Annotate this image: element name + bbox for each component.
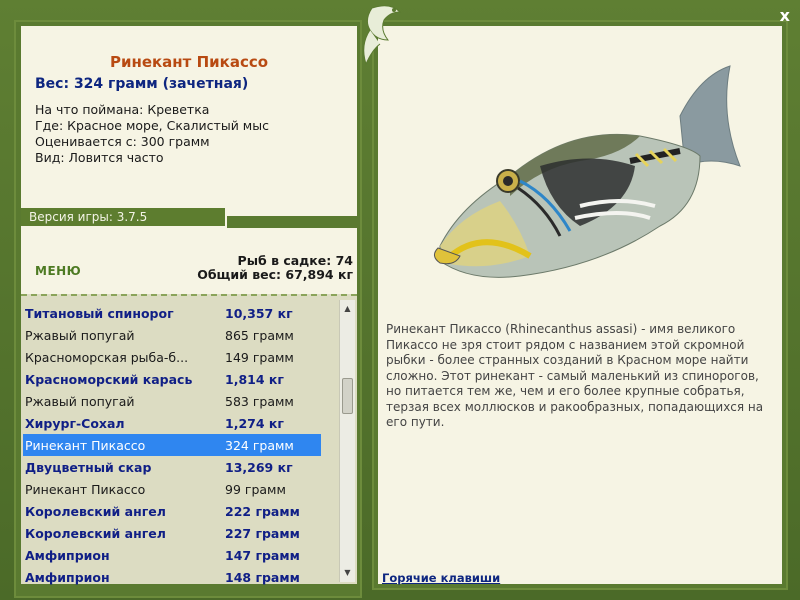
menu-button[interactable]: МЕНЮ: [35, 264, 81, 278]
fish-row-name: Ринекант Пикассо: [25, 481, 146, 497]
fish-row-name: Ринекант Пикассо: [25, 437, 146, 453]
fish-row-name: Королевский ангел: [25, 525, 166, 541]
fish-list-row[interactable]: Амфиприон 148 грамм: [23, 566, 321, 588]
fish-description: Ринекант Пикассо (Rhinecanthus assasi) -…: [386, 322, 764, 429]
fish-list[interactable]: Титановый спинорог 10,357 кг Ржавый попуга…: [23, 302, 323, 588]
fish-row-name: Двуцветный скар: [25, 459, 152, 475]
fish-list-box: Титановый спинорог 10,357 кг Ржавый попуга…: [21, 294, 357, 585]
fish-info-box: Ринекант Пикассо Вес: 324 грамм (зачетна…: [21, 26, 357, 216]
fish-list-row[interactable]: Ринекант Пикассо 324 грамм: [23, 434, 321, 456]
fish-row-weight: 147 грамм: [225, 547, 300, 563]
fish-row-weight: 10,357 кг: [225, 305, 293, 321]
fish-row-weight: 148 грамм: [225, 569, 300, 585]
fish-row-weight: 149 грамм: [225, 349, 294, 365]
fish-list-row[interactable]: Двуцветный скар 13,269 кг: [23, 456, 321, 478]
fish-list-row[interactable]: Ринекант Пикассо 99 грамм: [23, 478, 321, 500]
fish-row-name: Амфиприон: [25, 547, 110, 563]
cage-count: Рыб в садке: 74: [237, 253, 353, 268]
fish-row-weight: 1,274 кг: [225, 415, 284, 431]
fish-picture: [434, 65, 741, 278]
scroll-up-icon[interactable]: ▲: [340, 302, 355, 316]
right-panel: Ринекант Пикассо (Rhinecanthus assasi) -…: [372, 20, 788, 590]
fish-list-row[interactable]: Королевский ангел 227 грамм: [23, 522, 321, 544]
fish-row-name: Королевский ангел: [25, 503, 166, 519]
location-line: Где: Красное море, Скалистый мыс: [35, 118, 269, 133]
fish-list-row[interactable]: Красноморская рыба-б... 149 грамм: [23, 346, 321, 368]
fish-row-weight: 227 грамм: [225, 525, 300, 541]
species-frequency-line: Вид: Ловится часто: [35, 150, 164, 165]
fish-row-weight: 865 грамм: [225, 327, 294, 343]
gecko-emblem-icon: [363, 5, 402, 66]
rated-from-line: Оценивается с: 300 грамм: [35, 134, 210, 149]
fish-row-name: Амфиприон: [25, 569, 110, 585]
scroll-down-icon[interactable]: ▼: [340, 566, 355, 580]
fish-list-row[interactable]: Ржавый попугай 583 грамм: [23, 390, 321, 412]
fish-weight: Вес: 324 грамм (зачетная): [35, 76, 249, 92]
fish-row-name: Ржавый попугай: [25, 393, 135, 409]
fish-title: Ринекант Пикассо: [109, 53, 269, 71]
fish-row-name: Красноморский карась: [25, 371, 193, 387]
fish-row-name: Красноморская рыба-б...: [25, 349, 189, 365]
fish-details: На что поймана: Креветка Где: Красное мо…: [35, 102, 269, 166]
cage-stats: Рыб в садке: 74 Общий вес: 67,894 кг: [197, 254, 353, 282]
fish-row-weight: 222 грамм: [225, 503, 300, 519]
fish-row-weight: 583 грамм: [225, 393, 294, 409]
left-panel: Ринекант Пикассо Вес: 324 грамм (зачетна…: [14, 20, 362, 598]
fish-row-weight: 13,269 кг: [225, 459, 293, 475]
fish-list-row[interactable]: Королевский ангел 222 грамм: [23, 500, 321, 522]
fish-list-row[interactable]: Амфиприон 147 грамм: [23, 544, 321, 566]
fish-row-weight: 1,814 кг: [225, 371, 284, 387]
fish-row-name: Хирург-Сохал: [25, 415, 125, 431]
fish-row-name: Титановый спинорог: [25, 305, 174, 321]
fish-list-row[interactable]: Красноморский карась 1,814 кг: [23, 368, 321, 390]
fish-list-row[interactable]: Титановый спинорог 10,357 кг: [23, 302, 321, 324]
total-weight: Общий вес: 67,894 кг: [197, 267, 353, 282]
menu-stats-box: МЕНЮ Рыб в садке: 74 Общий вес: 67,894 к…: [21, 228, 357, 294]
fish-list-row[interactable]: Ржавый попугай 865 грамм: [23, 324, 321, 346]
fish-row-name: Ржавый попугай: [25, 327, 135, 343]
version-label: Версия игры: 3.7.5: [21, 206, 227, 228]
hotkeys-link[interactable]: Горячие клавиши: [382, 571, 500, 585]
scroll-thumb[interactable]: [342, 378, 353, 414]
fish-list-row[interactable]: Хирург-Сохал 1,274 кг: [23, 412, 321, 434]
fish-detail-box: Ринекант Пикассо (Rhinecanthus assasi) -…: [378, 26, 782, 585]
close-icon[interactable]: x: [780, 6, 790, 25]
fish-row-weight: 324 грамм: [225, 437, 294, 453]
list-scrollbar[interactable]: ▲ ▼: [339, 300, 355, 582]
fish-row-weight: 99 грамм: [225, 481, 286, 497]
bait-line: На что поймана: Креветка: [35, 102, 210, 117]
